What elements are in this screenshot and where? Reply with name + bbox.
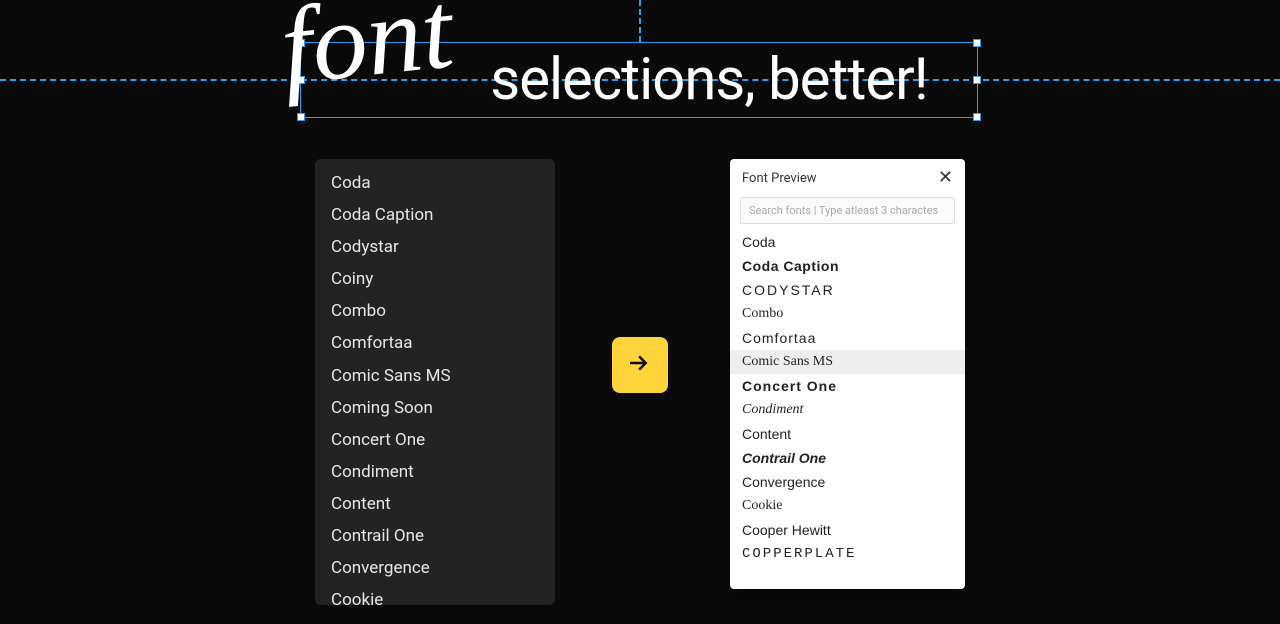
font-preview-item[interactable]: Comic Sans MS [730,350,965,374]
font-preview-panel: Font Preview ✕ Search fonts | Type atlea… [730,159,965,589]
resize-handle-bottom-left[interactable] [297,113,305,121]
font-preview-item[interactable]: Cooper Hewitt [730,518,965,542]
font-list-item[interactable]: Coda [315,167,555,199]
font-preview-item[interactable]: Contrail One [730,446,965,470]
font-list-item[interactable]: Coda Caption [315,199,555,231]
font-preview-list: CodaCoda CaptionCODYSTARComboComfortaaCo… [730,230,965,589]
font-preview-item[interactable]: Combo [730,302,965,326]
plain-font-list-panel: CodaCoda CaptionCodystarCoinyComboComfor… [315,159,555,605]
font-search-input[interactable]: Search fonts | Type atleast 3 charactes [740,197,955,224]
arrow-badge [612,337,668,393]
resize-handle-top-left[interactable] [297,39,305,47]
headline-rest: selections, better! [490,46,927,114]
font-list-item[interactable]: Condiment [315,456,555,488]
font-preview-item[interactable]: Condiment [730,398,965,422]
font-list-item[interactable]: Coming Soon [315,392,555,424]
font-list-item[interactable]: Convergence [315,552,555,584]
font-list-item[interactable]: Combo [315,295,555,327]
font-list-item[interactable]: Comic Sans MS [315,360,555,392]
arrow-right-icon [625,348,655,382]
font-preview-item[interactable]: Coda [730,230,965,254]
font-list-item[interactable]: Content [315,488,555,520]
font-list-item[interactable]: Cookie [315,584,555,616]
font-list-item[interactable]: Codystar [315,231,555,263]
font-list-item[interactable]: Comfortaa [315,327,555,359]
font-preview-item[interactable]: Cookie [730,494,965,518]
font-preview-item[interactable]: CODYSTAR [730,278,965,302]
font-preview-item[interactable]: Content [730,422,965,446]
resize-handle-middle-left[interactable] [297,76,305,84]
resize-handle-middle-right[interactable] [973,76,981,84]
font-list-item[interactable]: Contrail One [315,520,555,552]
selected-text-frame[interactable]: font selections, better! [300,42,978,118]
font-preview-item[interactable]: Coda Caption [730,254,965,278]
resize-handle-bottom-right[interactable] [973,113,981,121]
font-preview-item[interactable]: Copperplate [730,542,965,566]
alignment-guide-vertical [639,0,641,42]
font-preview-item[interactable]: Comfortaa [730,326,965,350]
close-icon[interactable]: ✕ [938,169,953,187]
resize-handle-top-right[interactable] [973,39,981,47]
font-preview-item[interactable]: Concert One [730,374,965,398]
font-list-item[interactable]: Concert One [315,424,555,456]
font-preview-item[interactable]: Convergence [730,470,965,494]
font-preview-title: Font Preview [742,171,817,186]
headline-script-word: font [276,0,458,102]
font-list-item[interactable]: Coiny [315,263,555,295]
